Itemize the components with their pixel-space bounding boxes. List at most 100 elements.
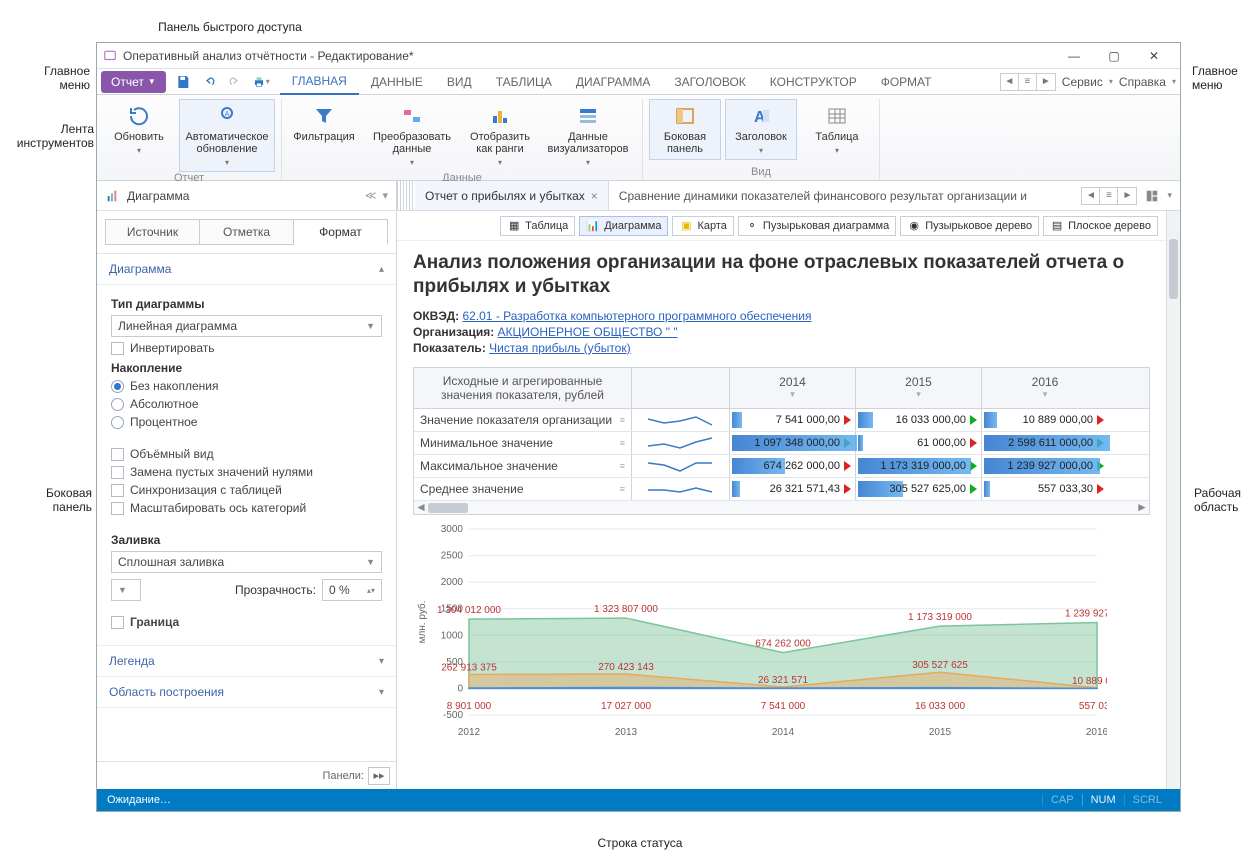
tab-main[interactable]: ГЛАВНАЯ <box>280 69 359 95</box>
svg-text:17 027 000: 17 027 000 <box>601 701 651 712</box>
vis-bubble[interactable]: ⚬Пузырьковая диаграмма <box>738 216 896 236</box>
svg-text:305 527 625: 305 527 625 <box>912 660 968 671</box>
ribbon: Обновить▾ AАвтоматическое обновление▾ От… <box>97 95 1180 181</box>
tab-designer[interactable]: КОНСТРУКТОР <box>758 69 869 95</box>
fill-color-picker[interactable]: ▼ <box>111 579 141 601</box>
sync-table-checkbox[interactable]: Синхронизация с таблицей <box>111 483 382 497</box>
replace-empty-checkbox[interactable]: Замена пустых значений нулями <box>111 465 382 479</box>
vis-treemap[interactable]: ▤Плоское дерево <box>1043 216 1158 236</box>
data-cell: 7 541 000,00 <box>730 409 856 431</box>
maximize-button[interactable]: ▢ <box>1094 43 1134 68</box>
tab-header[interactable]: ЗАГОЛОВОК <box>662 69 757 95</box>
volume3d-checkbox[interactable]: Объёмный вид <box>111 447 382 461</box>
data-table: Исходные и агрегированные значения показ… <box>413 367 1150 515</box>
accum-abs[interactable]: Абсолютное <box>111 397 382 411</box>
svg-text:557 033: 557 033 <box>1079 701 1107 712</box>
th-label[interactable]: Исходные и агрегированные значения показ… <box>414 368 632 408</box>
tab-nav-buttons[interactable]: ◄≡► <box>1000 73 1056 91</box>
callout-side: Боковая панель <box>26 486 92 515</box>
sparkline <box>632 455 730 477</box>
tab-table[interactable]: ТАБЛИЦА <box>484 69 564 95</box>
tab-chart[interactable]: ДИАГРАММА <box>564 69 662 95</box>
th-2014[interactable]: 2014▾ <box>730 368 856 408</box>
ribbon-filter[interactable]: Фильтрация <box>288 99 360 148</box>
chart-icon <box>105 188 121 204</box>
vis-map[interactable]: ▣Карта <box>672 216 733 236</box>
doc-tab-nav[interactable]: ◄≡► <box>1081 187 1137 205</box>
panel-menu-icon[interactable]: ▾ <box>382 189 388 202</box>
row-label[interactable]: Максимальное значение≡ <box>414 455 632 477</box>
opacity-input[interactable]: 0 %▴▾ <box>322 579 382 601</box>
menu-service[interactable]: Сервис <box>1062 75 1103 89</box>
svg-text:A: A <box>225 111 230 118</box>
svg-text:2014: 2014 <box>772 727 795 738</box>
tab-view[interactable]: ВИД <box>435 69 484 95</box>
panels-next-button[interactable]: ▸▸ <box>368 767 390 785</box>
acc-plot-area[interactable]: Область построения▾ <box>97 677 396 708</box>
svg-text:1 304 012 000: 1 304 012 000 <box>437 605 501 616</box>
callout-status: Строка статуса <box>560 836 720 850</box>
splitter[interactable] <box>397 181 415 210</box>
org-link[interactable]: АКЦИОНЕРНОЕ ОБЩЕСТВО " " <box>498 325 678 339</box>
row-label[interactable]: Минимальное значение≡ <box>414 432 632 454</box>
accum-pct[interactable]: Процентное <box>111 415 382 429</box>
ribbon-sidepanel[interactable]: Боковая панель <box>649 99 721 160</box>
table-row: Максимальное значение≡674 262 000,001 17… <box>414 455 1149 478</box>
th-2016[interactable]: 2016▾ <box>982 368 1108 408</box>
layout-icon[interactable] <box>1145 189 1159 203</box>
redo-icon[interactable] <box>226 73 244 91</box>
treemap-mini-icon: ▤ <box>1050 219 1064 233</box>
ind-link[interactable]: Чистая прибыль (убыток) <box>489 341 630 355</box>
accum-none[interactable]: Без накопления <box>111 379 382 393</box>
ribbon-transform[interactable]: Преобразовать данные▾ <box>364 99 460 172</box>
undo-icon[interactable] <box>200 73 218 91</box>
doc-tab-active[interactable]: Отчет о прибылях и убытках× <box>415 181 609 210</box>
doc-tab-other[interactable]: Сравнение динамики показателей финансово… <box>609 181 1074 210</box>
side-tab-mark[interactable]: Отметка <box>200 219 294 245</box>
type-select[interactable]: Линейная диаграмма▼ <box>111 315 382 337</box>
ribbon-refresh[interactable]: Обновить▾ <box>103 99 175 160</box>
acc-diagram-header[interactable]: Диаграмма▴ <box>97 254 396 285</box>
menubar: Отчет▼ ▾ ГЛАВНАЯ ДАННЫЕ ВИД ТАБЛИЦА ДИАГ… <box>97 69 1180 95</box>
save-icon[interactable] <box>174 73 192 91</box>
svg-text:2500: 2500 <box>441 550 464 561</box>
report-menu-button[interactable]: Отчет▼ <box>101 71 166 93</box>
row-label[interactable]: Значение показателя организации≡ <box>414 409 632 431</box>
acc-legend[interactable]: Легенда▾ <box>97 646 396 677</box>
status-scrl: SCRL <box>1124 794 1170 806</box>
invert-checkbox[interactable]: Инвертировать <box>111 341 382 355</box>
scale-axis-checkbox[interactable]: Масштабировать ось категорий <box>111 501 382 515</box>
data-cell: 16 033 000,00 <box>856 409 982 431</box>
collapse-panel-icon[interactable]: ≪ <box>365 189 377 202</box>
side-tab-format[interactable]: Формат <box>294 219 388 245</box>
tab-data[interactable]: ДАННЫЕ <box>359 69 435 95</box>
fill-select[interactable]: Сплошная заливка▼ <box>111 551 382 573</box>
vis-table[interactable]: ▦Таблица <box>500 216 575 236</box>
tab-format[interactable]: ФОРМАТ <box>869 69 944 95</box>
okved-key: ОКВЭД: <box>413 309 459 323</box>
vis-bubble-tree[interactable]: ◉Пузырьковое дерево <box>900 216 1039 236</box>
row-label[interactable]: Среднее значение≡ <box>414 478 632 500</box>
callout-qat: Панель быстрого доступа <box>130 20 330 34</box>
okved-link[interactable]: 62.01 - Разработка компьютерного програм… <box>462 309 811 323</box>
close-button[interactable]: ✕ <box>1134 43 1174 68</box>
vis-chart[interactable]: 📊Диаграмма <box>579 216 668 236</box>
minimize-button[interactable]: — <box>1054 43 1094 68</box>
table-hscroll[interactable]: ◄► <box>414 500 1149 514</box>
ribbon-auto-refresh[interactable]: AАвтоматическое обновление▾ <box>179 99 275 172</box>
close-tab-icon[interactable]: × <box>591 189 598 203</box>
border-checkbox[interactable]: Граница <box>111 615 382 629</box>
svg-text:1 173 319 000: 1 173 319 000 <box>908 612 972 623</box>
layout-dropdown-icon[interactable]: ▾ <box>1167 190 1172 201</box>
menu-help[interactable]: Справка <box>1119 75 1166 89</box>
ribbon-vis-data[interactable]: Данные визуализаторов▾ <box>540 99 636 172</box>
ribbon-table-view[interactable]: Таблица▾ <box>801 99 873 160</box>
ind-key: Показатель: <box>413 341 486 355</box>
ribbon-ranks[interactable]: Отобразить как ранги▾ <box>464 99 536 172</box>
work-vscroll[interactable] <box>1166 211 1180 789</box>
th-2015[interactable]: 2015▾ <box>856 368 982 408</box>
print-icon[interactable]: ▾ <box>252 73 270 91</box>
side-tab-source[interactable]: Источник <box>105 219 200 245</box>
app-icon <box>103 49 117 63</box>
ribbon-title[interactable]: AЗаголовок▾ <box>725 99 797 160</box>
